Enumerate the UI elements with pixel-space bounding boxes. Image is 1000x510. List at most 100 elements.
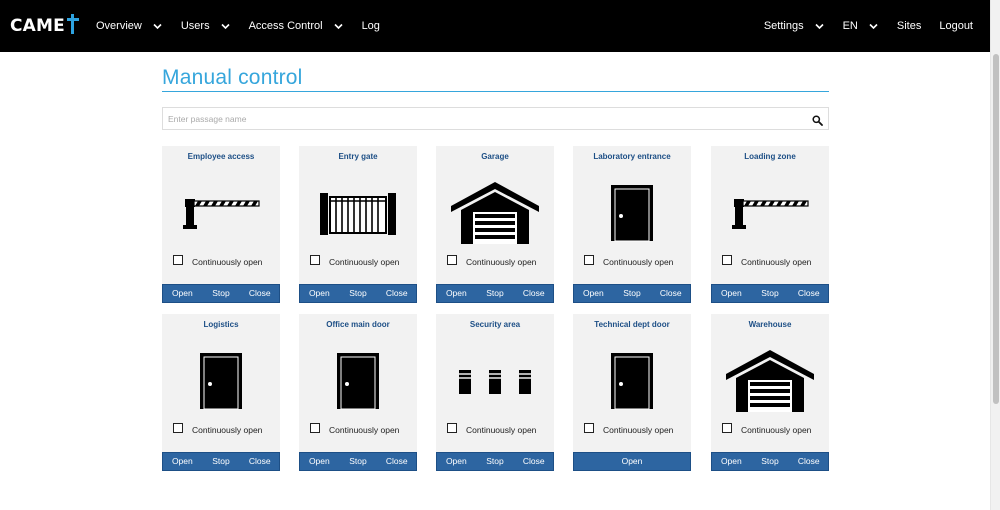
passage-card-security-area: Security area Continuously open Open Stop Cl… [436,314,554,471]
page-title: Manual control [162,66,303,89]
passage-actions: Open Stop Close [436,284,554,303]
passage-title: Office main door [326,320,390,329]
open-button[interactable]: Open [163,285,202,302]
passage-card-loading-zone: Loading zone Continuously open Open Stop Clo… [711,146,829,303]
continuously-open-label: Continuously open [466,257,537,267]
passage-actions: Open Stop Close [162,452,280,471]
continuously-open-option: Continuously open [584,255,674,267]
came-logo[interactable]: CAME [10,14,81,38]
nav-item-users[interactable]: Users [181,20,231,32]
stop-button[interactable]: Stop [476,453,515,470]
chevron-down-icon [333,21,344,32]
stop-button[interactable]: Stop [476,285,515,302]
close-button[interactable]: Close [377,453,416,470]
nav-item-label: Users [180,20,210,32]
passage-title: Logistics [203,320,239,329]
stop-button[interactable]: Stop [751,285,790,302]
open-button[interactable]: Open [712,285,751,302]
continuously-open-checkbox[interactable] [447,423,457,433]
search-input[interactable] [163,108,803,129]
nav-item-log[interactable]: Log [362,20,380,32]
continuously-open-option: Continuously open [310,423,400,435]
passage-card-warehouse: Warehouse Continuously open Open Stop Close [711,314,829,471]
logo-text: CAME [10,16,65,36]
passage-title: Entry gate [338,152,378,161]
close-button[interactable]: Close [651,285,690,302]
passage-actions: Open Stop Close [162,284,280,303]
passage-card-laboratory-entrance: Laboratory entrance Continuously open Open… [573,146,691,303]
nav-item-label: EN [842,20,858,32]
close-button[interactable]: Close [789,285,828,302]
open-button[interactable]: Open [574,285,613,302]
open-button[interactable]: Open [300,285,339,302]
stop-button[interactable]: Stop [202,453,241,470]
door-icon [162,340,280,422]
stop-button[interactable]: Stop [613,285,652,302]
nav-item-label: Overview [96,20,142,32]
passage-title: Security area [469,320,521,329]
stop-button[interactable]: Stop [751,453,790,470]
stop-button[interactable]: Stop [202,285,241,302]
open-button[interactable]: Open [163,453,202,470]
barrier-icon [162,172,280,254]
stop-button[interactable]: Stop [339,285,378,302]
nav-item-settings[interactable]: Settings [764,20,825,32]
close-button[interactable]: Close [789,453,828,470]
nav-item-label: Sites [896,20,922,32]
close-button[interactable]: Close [514,453,553,470]
chevron-down-icon [868,21,879,32]
door-icon [299,340,417,422]
continuously-open-checkbox[interactable] [447,255,457,265]
continuously-open-checkbox[interactable] [310,255,320,265]
open-button[interactable]: Open [712,453,751,470]
gate-icon [299,172,417,254]
continuously-open-option: Continuously open [447,423,536,435]
continuously-open-checkbox[interactable] [173,423,183,433]
continuously-open-checkbox[interactable] [722,255,732,265]
nav-item-sites[interactable]: Sites [897,20,921,32]
continuously-open-option: Continuously open [722,255,811,267]
continuously-open-checkbox[interactable] [310,423,320,433]
search-icon[interactable] [812,113,823,126]
close-button[interactable]: Close [514,285,553,302]
close-button[interactable]: Close [377,285,416,302]
page-scrollbar[interactable] [990,0,1000,510]
close-button[interactable]: Close [240,285,279,302]
continuously-open-option: Continuously open [447,255,537,267]
continuously-open-label: Continuously open [603,257,674,267]
nav-item-en[interactable]: EN [843,20,879,32]
nav-item-logout[interactable]: Logout [939,20,973,32]
open-button[interactable]: Open [300,453,339,470]
passage-card-employee-access: Employee access Continuously open Open Stop… [162,146,280,303]
passage-title: Loading zone [744,152,796,161]
continuously-open-label: Continuously open [329,257,400,267]
nav-item-label: Logout [939,20,973,32]
scrollbar-thumb[interactable] [993,54,999,404]
continuously-open-checkbox[interactable] [173,255,183,265]
passage-actions: Open Stop Close [711,452,829,471]
passage-actions: Open Stop Close [711,284,829,303]
passage-title: Employee access [187,152,255,161]
continuously-open-label: Continuously open [329,425,400,435]
nav-item-overview[interactable]: Overview [96,20,163,32]
stop-button[interactable]: Stop [339,453,378,470]
main-nav: Overview Users Access Control Log [96,0,398,52]
user-nav: Settings EN Sites Logout [746,0,973,52]
close-button[interactable]: Close [240,453,279,470]
open-button[interactable]: Open [437,285,476,302]
open-button[interactable]: Open [437,453,476,470]
continuously-open-option: Continuously open [722,423,811,435]
open-button[interactable]: Open [574,453,690,470]
continuously-open-checkbox[interactable] [584,255,594,265]
nav-item-access-control[interactable]: Access Control [249,20,344,32]
title-divider [162,91,829,92]
continuously-open-option: Continuously open [173,255,262,267]
door-icon [573,340,691,422]
garage-icon [711,340,829,422]
continuously-open-checkbox[interactable] [584,423,594,433]
passage-card-office-main-door: Office main door Continuously open Open Sto… [299,314,417,471]
nav-item-label: Access Control [248,20,323,32]
top-navbar: CAME Overview Users Access Control Log Sett… [0,0,990,52]
continuously-open-checkbox[interactable] [722,423,732,433]
passage-title: Laboratory entrance [593,152,671,161]
